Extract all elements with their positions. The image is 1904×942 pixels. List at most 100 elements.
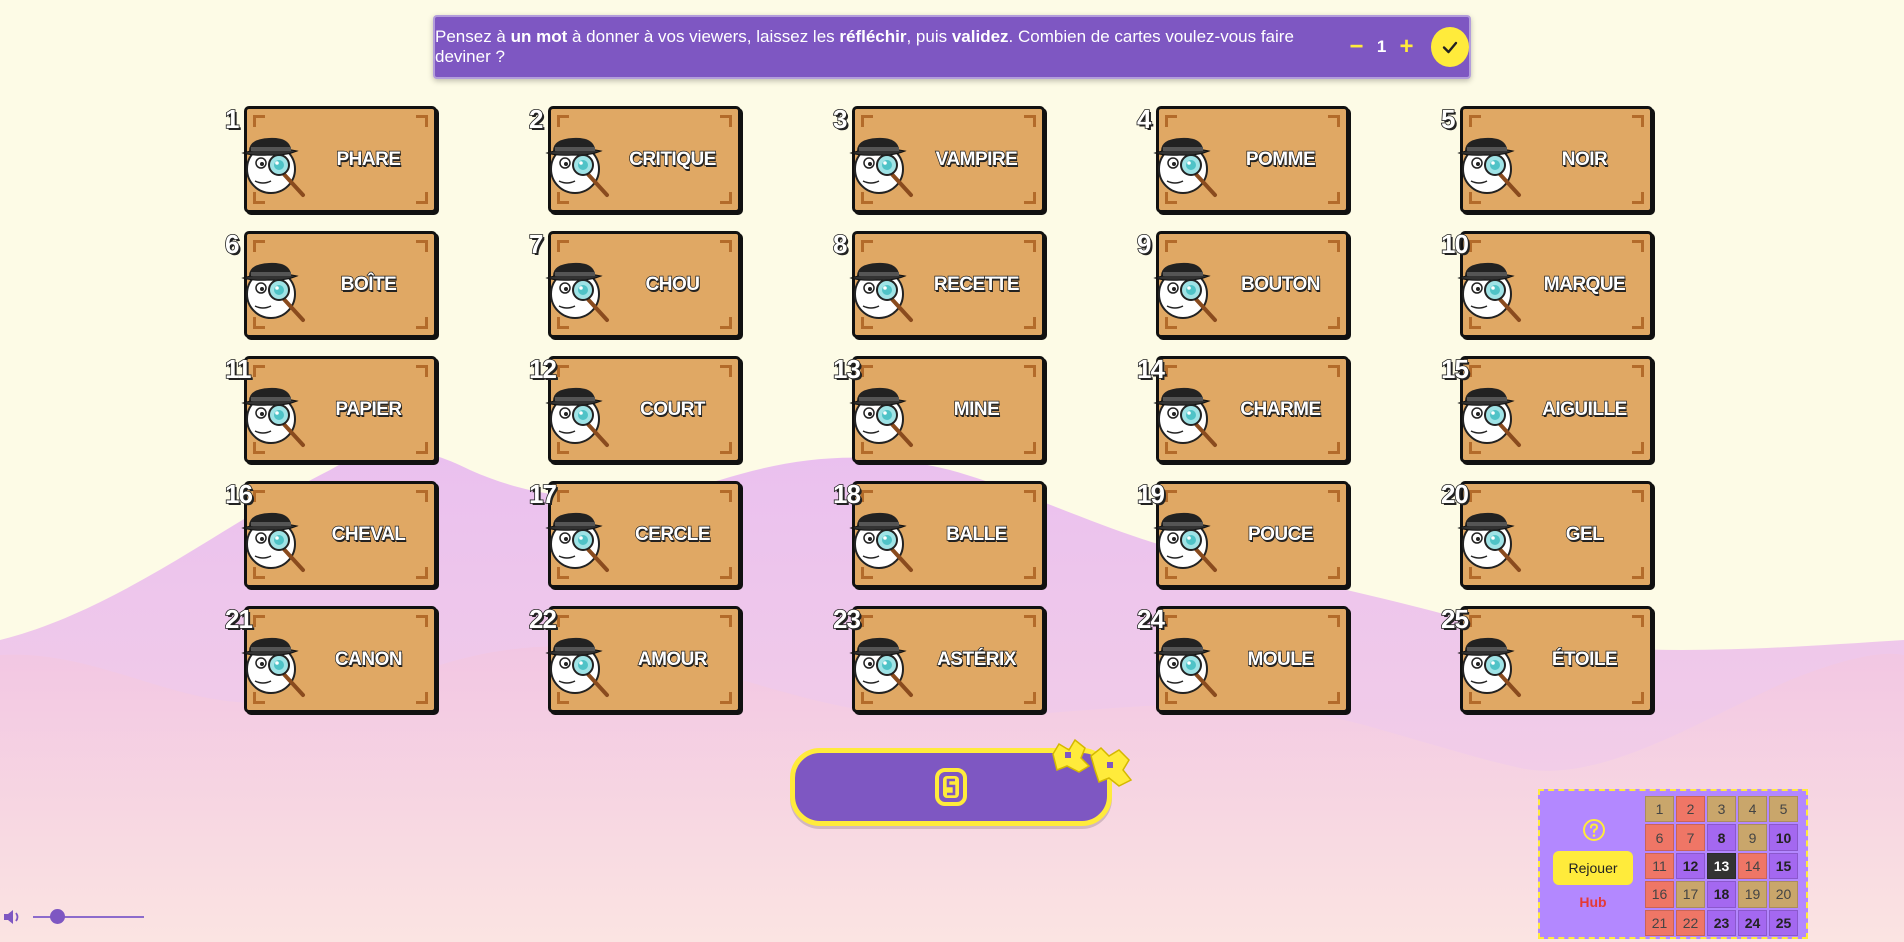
key-map-cell[interactable]: 5 xyxy=(1769,796,1798,823)
card-number: 22 xyxy=(528,603,558,635)
key-map-cell[interactable]: 11 xyxy=(1645,852,1674,880)
decrement-button[interactable]: − xyxy=(1345,33,1369,60)
speaker-icon[interactable] xyxy=(2,908,22,926)
card-word: POMME xyxy=(1245,148,1316,170)
word-card[interactable]: ASTÉRIX xyxy=(849,606,1045,713)
word-card[interactable]: CRITIQUE xyxy=(545,106,741,213)
key-map-cell[interactable]: 20 xyxy=(1769,881,1798,908)
key-map-cell[interactable]: 15 xyxy=(1769,852,1798,880)
card-corner xyxy=(253,240,265,252)
word-card[interactable]: PHARE xyxy=(241,106,437,213)
word-card[interactable]: BOUTON xyxy=(1153,231,1349,338)
card-corner xyxy=(861,365,873,377)
card-number: 14 xyxy=(1136,353,1166,385)
key-map-cell[interactable]: 6 xyxy=(1645,824,1674,851)
key-map-cell[interactable]: 13 xyxy=(1707,852,1736,880)
word-card[interactable]: MOULE xyxy=(1153,606,1349,713)
word-card[interactable]: CERCLE xyxy=(545,481,741,588)
card-slot: POUCE 19 xyxy=(1136,478,1352,591)
hub-link[interactable]: Hub xyxy=(1553,894,1633,910)
card-number: 16 xyxy=(224,478,254,510)
card-word: CHARME xyxy=(1240,398,1322,420)
key-map-cell[interactable]: 25 xyxy=(1769,909,1798,936)
key-map-cell[interactable]: 14 xyxy=(1738,852,1767,880)
word-card[interactable]: CHEVAL xyxy=(241,481,437,588)
card-word: BALLE xyxy=(945,523,1008,545)
key-map-cell[interactable]: 19 xyxy=(1738,881,1767,908)
key-map-grid: 1 2 3 4 5 6 7 8 9 10 11 12 13 14 15 16 17 18 19 20 21 22 23 24 2… xyxy=(1645,796,1798,936)
key-map-panel: Rejouer Hub 1 2 3 4 5 6 7 8 9 10 11 12 13 14 15 16 17 18 1… xyxy=(1538,789,1808,939)
key-map-cell[interactable]: 4 xyxy=(1738,796,1767,823)
key-map-cell[interactable]: 18 xyxy=(1707,881,1736,908)
key-map-cell[interactable]: 7 xyxy=(1676,824,1705,851)
card-corner xyxy=(1165,240,1177,252)
key-map-cell[interactable]: 10 xyxy=(1769,824,1798,851)
card-corner xyxy=(1469,115,1481,127)
key-map-cell[interactable]: 22 xyxy=(1676,909,1705,936)
card-slot: BOÎTE 6 xyxy=(224,228,440,341)
key-map-cell[interactable]: 8 xyxy=(1707,824,1736,851)
card-corner xyxy=(557,115,569,127)
word-card[interactable]: NOIR xyxy=(1457,106,1653,213)
card-number: 1 xyxy=(224,103,240,135)
sparkle-decoration xyxy=(1052,738,1133,787)
word-card[interactable]: RECETTE xyxy=(849,231,1045,338)
card-corner xyxy=(1165,615,1177,627)
word-card[interactable]: CANON xyxy=(241,606,437,713)
card-number: 5 xyxy=(1440,103,1456,135)
key-map-cell[interactable]: 21 xyxy=(1645,909,1674,936)
key-map-cell[interactable]: 2 xyxy=(1676,796,1705,823)
key-map-cell[interactable]: 9 xyxy=(1738,824,1767,851)
instruction-part: , puis xyxy=(906,27,952,46)
card-corner xyxy=(1469,365,1481,377)
card-word: AMOUR xyxy=(637,648,708,670)
instruction-bold-think: réfléchir xyxy=(839,27,907,46)
key-map-cell[interactable]: 12 xyxy=(1676,852,1705,880)
card-slot: CHOU 7 xyxy=(528,228,744,341)
key-map-cell[interactable]: 16 xyxy=(1645,881,1674,908)
key-map-cell[interactable]: 3 xyxy=(1707,796,1736,823)
card-slot: MINE 13 xyxy=(832,353,1048,466)
word-card[interactable]: ÉTOILE xyxy=(1457,606,1653,713)
card-word: BOUTON xyxy=(1240,273,1321,295)
key-map-cell[interactable]: 1 xyxy=(1645,796,1674,823)
card-corner xyxy=(253,365,265,377)
increment-button[interactable]: + xyxy=(1395,33,1419,60)
word-card[interactable]: COURT xyxy=(545,356,741,463)
key-map-cell[interactable]: 17 xyxy=(1676,881,1705,908)
word-card[interactable]: PAPIER xyxy=(241,356,437,463)
card-word: ASTÉRIX xyxy=(936,648,1017,670)
card-slot: RECETTE 8 xyxy=(832,228,1048,341)
card-corner xyxy=(1165,490,1177,502)
word-card[interactable]: BALLE xyxy=(849,481,1045,588)
word-card[interactable]: AIGUILLE xyxy=(1457,356,1653,463)
card-number: 24 xyxy=(1136,603,1166,635)
word-card[interactable]: MINE xyxy=(849,356,1045,463)
card-word: CHOU xyxy=(645,273,701,295)
card-number: 4 xyxy=(1136,103,1152,135)
key-map-cell[interactable]: 23 xyxy=(1707,909,1736,936)
word-card[interactable]: MARQUE xyxy=(1457,231,1653,338)
question-circle-icon[interactable] xyxy=(1582,818,1606,842)
word-card[interactable]: POUCE xyxy=(1153,481,1349,588)
replay-button[interactable]: Rejouer xyxy=(1553,851,1633,885)
card-corner xyxy=(557,365,569,377)
word-card[interactable]: BOÎTE xyxy=(241,231,437,338)
word-card[interactable]: AMOUR xyxy=(545,606,741,713)
card-word: CANON xyxy=(334,648,403,670)
card-number: 23 xyxy=(832,603,862,635)
card-slot: POMME 4 xyxy=(1136,103,1352,216)
key-map-cell[interactable]: 24 xyxy=(1738,909,1767,936)
card-slot: BALLE 18 xyxy=(832,478,1048,591)
card-slot: PAPIER 11 xyxy=(224,353,440,466)
word-card[interactable]: CHARME xyxy=(1153,356,1349,463)
card-word: PAPIER xyxy=(335,398,403,420)
word-card[interactable]: CHOU xyxy=(545,231,741,338)
word-card[interactable]: POMME xyxy=(1153,106,1349,213)
word-card[interactable]: VAMPIRE xyxy=(849,106,1045,213)
word-card[interactable]: GEL xyxy=(1457,481,1653,588)
card-number: 7 xyxy=(528,228,544,260)
confirm-button[interactable] xyxy=(1430,27,1469,67)
card-word: CHEVAL xyxy=(331,523,407,545)
instruction-bold-word: un mot xyxy=(510,27,568,46)
